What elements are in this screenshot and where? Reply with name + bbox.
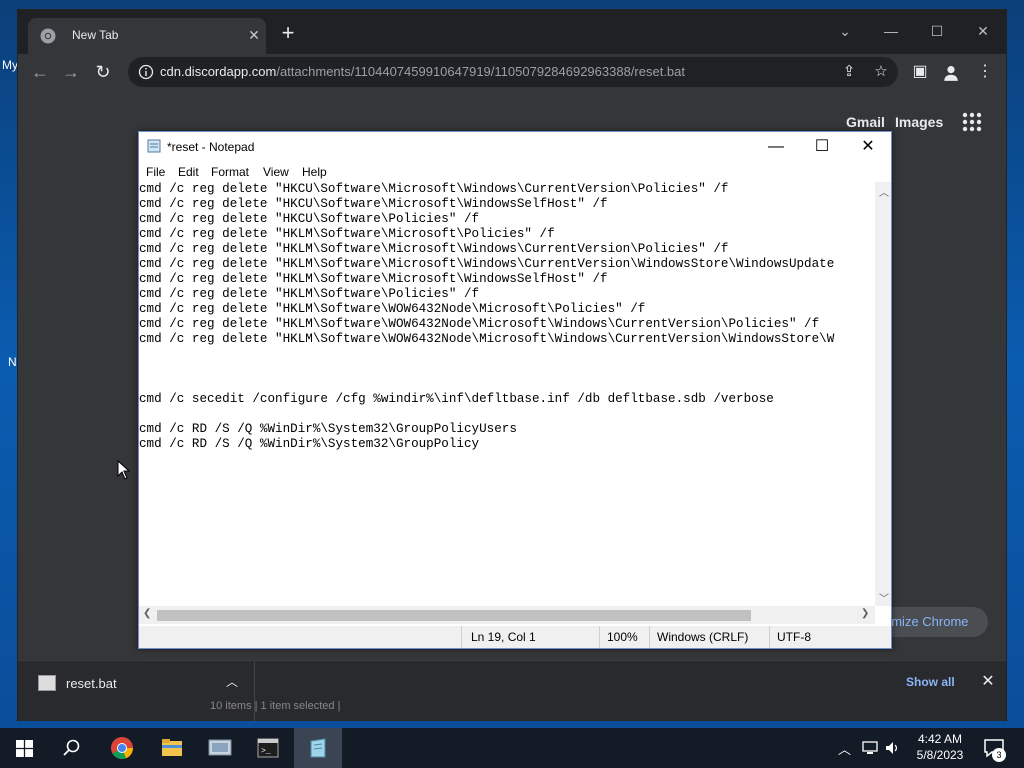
maximize-button[interactable]: ☐: [914, 16, 960, 46]
taskbar: >_ ︿ 4:42 AM 5/8/2023 3: [0, 728, 1024, 768]
gmail-link[interactable]: Gmail: [846, 114, 885, 130]
menu-file[interactable]: File: [146, 165, 165, 179]
images-link[interactable]: Images: [895, 114, 943, 130]
line-ending: Windows (CRLF): [657, 630, 749, 644]
system-clock[interactable]: 4:42 AM 5/8/2023: [910, 731, 970, 763]
maximize-button[interactable]: ☐: [799, 132, 845, 162]
divider: [599, 626, 600, 648]
menu-view[interactable]: View: [263, 165, 289, 179]
zoom-level: 100%: [607, 630, 638, 644]
start-button[interactable]: [0, 728, 48, 768]
volume-icon[interactable]: [885, 740, 901, 756]
minimize-button[interactable]: —: [868, 16, 914, 46]
cursor-position: Ln 19, Col 1: [471, 630, 536, 644]
url-text[interactable]: cdn.discordapp.com/attachments/110440745…: [160, 64, 685, 79]
scroll-up-icon[interactable]: ︿: [879, 184, 889, 199]
status-bar: Ln 19, Col 1 100% Windows (CRLF) UTF-8: [139, 626, 891, 648]
profile-icon[interactable]: [942, 64, 960, 82]
url-host: cdn.discordapp.com: [160, 64, 277, 79]
text-editor[interactable]: cmd /c reg delete "HKCU\Software\Microso…: [139, 182, 875, 606]
info-icon[interactable]: [138, 64, 154, 80]
chrome-icon: [111, 737, 134, 760]
notepad-window: *reset - Notepad — ☐ ✕ File Edit Format …: [138, 131, 892, 649]
terminal-icon: >_: [257, 738, 279, 758]
control-panel-icon: [208, 739, 232, 756]
sidebar-icon[interactable]: ▣: [909, 61, 931, 83]
tab-close-button[interactable]: ✕: [242, 23, 266, 47]
new-tab-button[interactable]: +: [276, 22, 300, 46]
tab-title: New Tab: [72, 28, 119, 42]
scroll-right-icon[interactable]: ❯: [861, 608, 869, 619]
forward-button[interactable]: →: [58, 60, 84, 84]
clock-date: 5/8/2023: [916, 748, 964, 762]
download-bar: reset.bat ︿ Show all ✕: [18, 660, 1006, 721]
address-bar[interactable]: cdn.discordapp.com/attachments/110440745…: [128, 57, 898, 87]
notepad-titlebar[interactable]: *reset - Notepad — ☐ ✕: [139, 132, 891, 162]
clock-time: 4:42 AM: [917, 732, 963, 746]
download-item-name[interactable]: reset.bat: [66, 676, 117, 691]
taskbar-app[interactable]: [196, 728, 244, 768]
taskbar-chrome[interactable]: [98, 728, 146, 768]
notification-badge: 3: [992, 748, 1006, 762]
menu-icon[interactable]: ⋮: [974, 61, 996, 83]
explorer-status-peek: 10 items | 1 item selected |: [210, 700, 341, 712]
taskbar-file-explorer[interactable]: [148, 728, 196, 768]
close-icon[interactable]: ✕: [978, 671, 998, 691]
close-button[interactable]: ✕: [960, 16, 1006, 46]
tab-new-tab[interactable]: New Tab ✕: [28, 18, 266, 54]
scroll-down-icon[interactable]: ﹀: [879, 590, 889, 605]
taskbar-terminal[interactable]: >_: [244, 728, 292, 768]
chrome-icon: [40, 28, 56, 44]
vertical-scrollbar[interactable]: ︿ ﹀: [875, 182, 891, 606]
menu-help[interactable]: Help: [302, 165, 327, 179]
chevron-up-icon[interactable]: ︿: [224, 673, 240, 689]
tab-strip: New Tab ✕ + ⌄ — ☐ ✕: [18, 10, 1006, 54]
close-button[interactable]: ✕: [845, 132, 891, 162]
divider: [649, 626, 650, 648]
back-button[interactable]: ←: [27, 60, 53, 84]
divider: [769, 626, 770, 648]
menu-bar: File Edit Format View Help: [139, 162, 891, 182]
star-icon[interactable]: ☆: [870, 62, 892, 82]
scroll-left-icon[interactable]: ❮: [143, 608, 151, 619]
encoding: UTF-8: [777, 630, 811, 644]
search-button[interactable]: [48, 728, 96, 768]
apps-grid-icon[interactable]: [962, 112, 982, 132]
notepad-icon: [310, 738, 326, 758]
share-icon[interactable]: ⇪: [838, 62, 860, 82]
menu-format[interactable]: Format: [211, 165, 249, 179]
scrollbar-thumb[interactable]: [157, 610, 751, 621]
file-icon: [38, 675, 56, 691]
desktop-icon-label[interactable]: N: [8, 355, 17, 369]
notepad-icon: [147, 139, 161, 153]
divider: [254, 661, 255, 721]
search-icon: [63, 739, 80, 756]
url-path: /attachments/1104407459910647919/1105079…: [276, 64, 685, 79]
windows-start-icon: [15, 740, 33, 757]
window-title: *reset - Notepad: [167, 140, 255, 154]
svg-text:>_: >_: [261, 747, 271, 756]
divider: [461, 626, 462, 648]
file-explorer-icon: [162, 739, 182, 756]
desktop-icon-label[interactable]: My: [2, 58, 18, 72]
menu-edit[interactable]: Edit: [178, 165, 199, 179]
network-icon[interactable]: [862, 740, 878, 756]
reload-button[interactable]: ↻: [90, 60, 116, 84]
taskbar-notepad[interactable]: [294, 728, 342, 768]
tab-search-button[interactable]: ⌄: [822, 16, 868, 46]
mouse-cursor-icon: [117, 460, 131, 480]
minimize-button[interactable]: —: [753, 132, 799, 162]
browser-toolbar: ← → ↻ cdn.discordapp.com/attachments/110…: [18, 54, 1006, 90]
show-hidden-icons[interactable]: ︿: [838, 739, 851, 758]
horizontal-scrollbar[interactable]: ❮ ❯: [139, 606, 875, 624]
show-all-button[interactable]: Show all: [906, 675, 955, 689]
